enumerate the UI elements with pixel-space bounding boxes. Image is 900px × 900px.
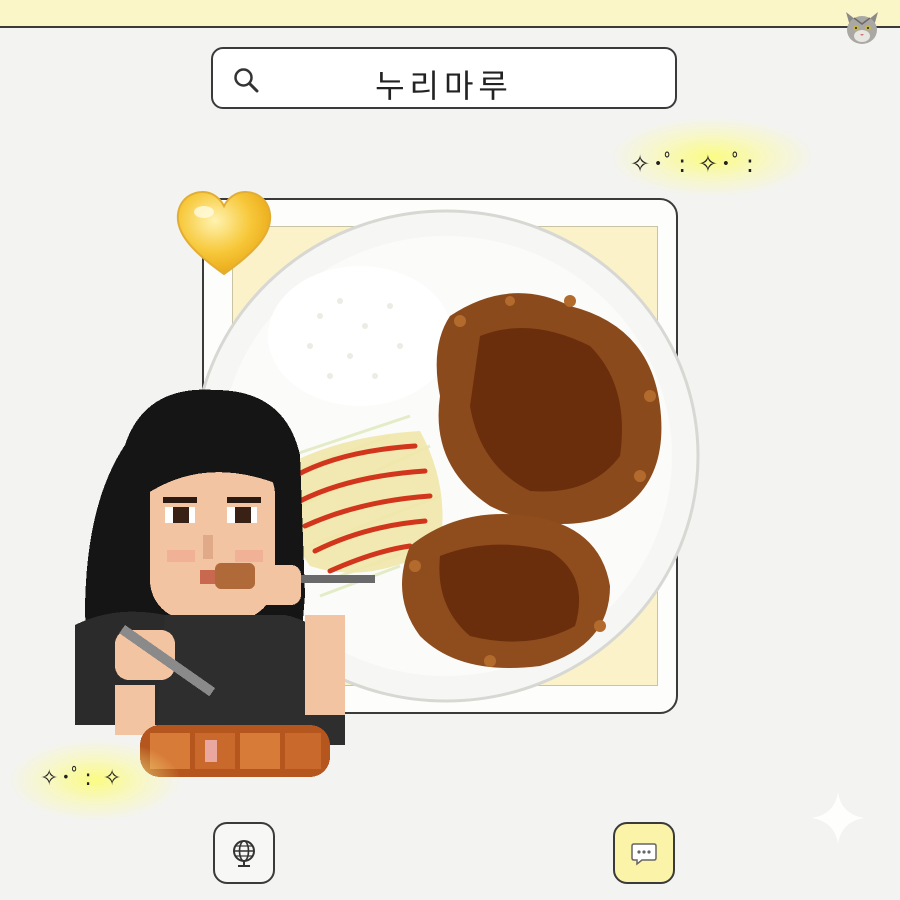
pixel-girl-illustration (75, 389, 375, 777)
faint-star-icon (812, 792, 864, 844)
top-bar (0, 0, 900, 28)
sparkle-decoration-bottom: ✧･ﾟ: ✧ (40, 766, 124, 791)
search-bar[interactable]: 누리마루 (211, 47, 677, 109)
chat-bubble-icon (631, 843, 657, 866)
globe-icon (233, 840, 255, 867)
sparkle-decoration-top: ✧･ﾟ: ✧･ﾟ: (630, 150, 757, 178)
search-query: 누리마루 (375, 67, 513, 105)
chat-button[interactable] (613, 822, 675, 884)
globe-button[interactable] (213, 822, 275, 884)
heart-icon (176, 191, 272, 276)
cat-avatar[interactable] (842, 8, 882, 48)
